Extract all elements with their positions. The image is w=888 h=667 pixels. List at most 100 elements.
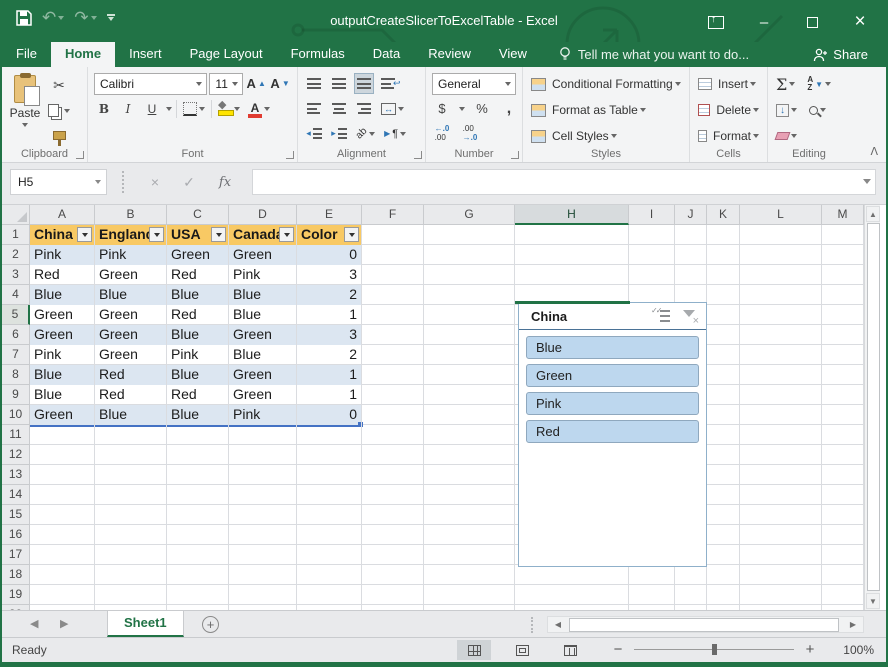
table-cell[interactable]: 1 (297, 365, 362, 385)
row-header-14[interactable]: 14 (2, 485, 30, 505)
table-cell[interactable]: Blue (95, 285, 167, 305)
wrap-text-button[interactable]: ↩ (379, 73, 403, 94)
multi-select-icon[interactable] (654, 309, 670, 323)
table-cell[interactable]: Blue (95, 405, 167, 425)
sheet-tab-sheet1[interactable]: Sheet1 (107, 611, 184, 637)
table-cell[interactable]: 1 (297, 385, 362, 405)
filter-dropdown-color[interactable] (344, 227, 359, 242)
ribbon-display-options-button[interactable] (696, 7, 736, 37)
column-header-m[interactable]: M (822, 205, 864, 225)
table-cell[interactable]: Blue (167, 365, 229, 385)
column-header-i[interactable]: I (629, 205, 675, 225)
table-cell[interactable]: Blue (30, 385, 95, 405)
increase-indent-button[interactable]: ▸ (329, 123, 349, 144)
decrease-font-button[interactable]: A▼ (269, 73, 291, 94)
accounting-dropdown[interactable] (459, 107, 465, 111)
table-cell[interactable]: Red (95, 385, 167, 405)
clear-filter-icon[interactable] (682, 309, 698, 323)
table-cell[interactable]: Red (95, 365, 167, 385)
orientation-button[interactable]: ab (354, 123, 377, 144)
tab-review[interactable]: Review (414, 42, 485, 67)
row-header-13[interactable]: 13 (2, 465, 30, 485)
table-cell[interactable]: Blue (229, 285, 297, 305)
row-header-10[interactable]: 10 (2, 405, 30, 425)
table-cell[interactable]: Blue (167, 325, 229, 345)
align-right-button[interactable] (354, 98, 374, 119)
tell-me-box[interactable]: Tell me what you want to do... (559, 42, 749, 67)
comma-style-button[interactable]: , (499, 98, 519, 119)
table-cell[interactable]: 0 (297, 245, 362, 265)
insert-cells-button[interactable]: Insert (696, 74, 758, 95)
filter-dropdown-canada[interactable] (279, 227, 294, 242)
table-cell[interactable]: Red (30, 265, 95, 285)
sort-filter-button[interactable]: AZ▼ (805, 74, 833, 95)
select-all-corner[interactable] (2, 205, 30, 225)
decrease-indent-button[interactable]: ◂ (304, 123, 324, 144)
table-cell[interactable]: Green (30, 405, 95, 425)
table-cell[interactable]: Green (167, 245, 229, 265)
find-select-button[interactable] (807, 100, 828, 121)
row-header-11[interactable]: 11 (2, 425, 30, 445)
font-size-combo[interactable]: 11 (209, 73, 243, 95)
column-header-c[interactable]: C (167, 205, 229, 225)
number-dialog-launcher[interactable] (511, 151, 519, 159)
row-header-3[interactable]: 3 (2, 265, 30, 285)
collapse-ribbon-button[interactable]: ᐱ (870, 145, 878, 158)
formula-bar-expand-icon[interactable] (863, 179, 871, 184)
table-cell[interactable]: Green (95, 305, 167, 325)
tab-home[interactable]: Home (51, 42, 115, 67)
cell-styles-button[interactable]: Cell Styles (529, 126, 619, 147)
accounting-format-button[interactable]: $ (432, 98, 452, 119)
format-cells-button[interactable]: Format (696, 126, 761, 147)
row-header-7[interactable]: 7 (2, 345, 30, 365)
merge-center-button[interactable]: ↔ (379, 98, 406, 119)
scroll-left-arrow[interactable]: ◀ (548, 617, 568, 632)
share-button[interactable]: Share (805, 42, 876, 67)
table-cell[interactable]: 2 (297, 285, 362, 305)
table-cell[interactable]: Blue (229, 345, 297, 365)
slicer-item-green[interactable]: Green (526, 364, 699, 387)
insert-function-button[interactable]: fx (210, 169, 240, 195)
column-header-e[interactable]: E (297, 205, 362, 225)
row-header-15[interactable]: 15 (2, 505, 30, 525)
zoom-slider-handle[interactable] (712, 644, 717, 655)
zoom-slider-track[interactable] (634, 649, 794, 650)
table-cell[interactable]: Blue (167, 405, 229, 425)
table-cell[interactable]: Red (167, 265, 229, 285)
tab-view[interactable]: View (485, 42, 541, 67)
format-as-table-button[interactable]: Format as Table (529, 100, 648, 121)
column-header-d[interactable]: D (229, 205, 297, 225)
close-button[interactable]: × (840, 7, 880, 37)
scroll-down-arrow[interactable]: ▼ (866, 593, 880, 609)
middle-align-button[interactable] (329, 73, 349, 94)
bottom-align-button[interactable] (354, 73, 374, 94)
column-header-l[interactable]: L (740, 205, 822, 225)
table-cell[interactable]: Green (229, 385, 297, 405)
table-cell[interactable]: Pink (30, 245, 95, 265)
format-painter-button[interactable] (46, 125, 72, 146)
column-header-j[interactable]: J (675, 205, 707, 225)
tab-scrollbar-splitter[interactable] (531, 617, 533, 633)
column-header-f[interactable]: F (362, 205, 424, 225)
vertical-scroll-thumb[interactable] (867, 223, 880, 591)
table-cell[interactable]: 3 (297, 325, 362, 345)
zoom-level[interactable]: 100% (843, 643, 874, 657)
table-cell[interactable]: Blue (30, 285, 95, 305)
tab-page-layout[interactable]: Page Layout (176, 42, 277, 67)
table-cell[interactable]: Pink (229, 265, 297, 285)
name-box[interactable]: H5 (10, 169, 107, 195)
table-cell[interactable]: Green (30, 325, 95, 345)
add-sheet-button[interactable]: + (202, 616, 219, 633)
copy-button[interactable] (46, 100, 72, 121)
table-cell[interactable]: Pink (95, 245, 167, 265)
increase-font-button[interactable]: A▲ (245, 73, 267, 94)
table-cell[interactable]: 2 (297, 345, 362, 365)
delete-cells-button[interactable]: Delete (696, 100, 761, 121)
sheet-nav-left-icon[interactable]: ◀ (30, 617, 38, 630)
row-header-17[interactable]: 17 (2, 545, 30, 565)
page-layout-view-button[interactable] (505, 640, 539, 660)
name-box-dropdown[interactable] (95, 180, 101, 184)
table-cell[interactable]: Blue (167, 285, 229, 305)
table-cell[interactable]: Green (30, 305, 95, 325)
row-header-5[interactable]: 5 (2, 305, 30, 325)
